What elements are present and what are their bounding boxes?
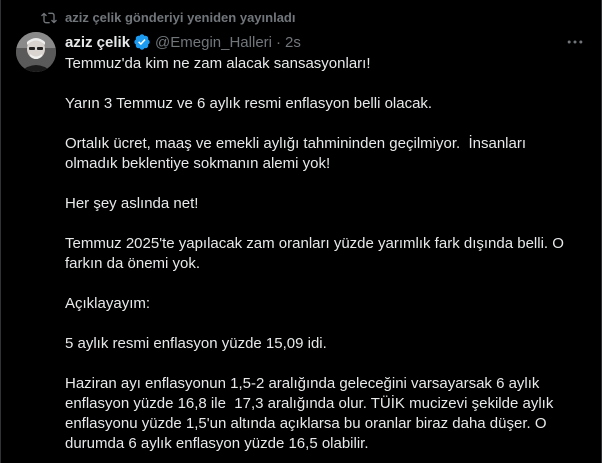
tweet-paragraph: Ortalık ücret, maaş ve emekli aylığı tah… bbox=[65, 135, 531, 172]
repost-text[interactable]: aziz çelik gönderiyi yeniden yayınladı bbox=[65, 10, 295, 25]
avatar-image bbox=[16, 32, 56, 72]
tweet[interactable]: aziz çelik gönderiyi yeniden yayınladı a… bbox=[0, 0, 602, 463]
tweet-paragraph: 5 aylık resmi enflasyon yüzde 15,09 idi. bbox=[65, 335, 327, 352]
tweet-paragraph: Her şey aslında net! bbox=[65, 195, 199, 212]
tweet-header: aziz çelik @Emegin_Halleri · 2s bbox=[65, 32, 301, 52]
timestamp[interactable]: 2s bbox=[285, 34, 301, 51]
verified-badge-icon[interactable] bbox=[133, 33, 151, 51]
tweet-text: Temmuz'da kim ne zam alacak sansasyonlar… bbox=[65, 54, 575, 463]
author-handle[interactable]: @Emegin_Halleri bbox=[155, 34, 272, 51]
repost-icon bbox=[41, 12, 57, 24]
tweet-paragraph: Açıklayayım: bbox=[65, 295, 151, 312]
avatar[interactable] bbox=[16, 32, 56, 72]
tweet-paragraph: Haziran ayı enflasyonun 1,5-2 aralığında… bbox=[65, 375, 558, 452]
tweet-paragraph: Temmuz 2025'te yapılacak zam oranları yü… bbox=[65, 235, 569, 272]
tweet-paragraph: Temmuz'da kim ne zam alacak sansasyonlar… bbox=[65, 55, 371, 72]
more-options-icon[interactable] bbox=[565, 32, 585, 52]
separator-dot: · bbox=[276, 33, 281, 51]
author-name[interactable]: aziz çelik bbox=[65, 34, 130, 51]
tweet-paragraph: Yarın 3 Temmuz ve 6 aylık resmi enflasyo… bbox=[65, 95, 433, 112]
